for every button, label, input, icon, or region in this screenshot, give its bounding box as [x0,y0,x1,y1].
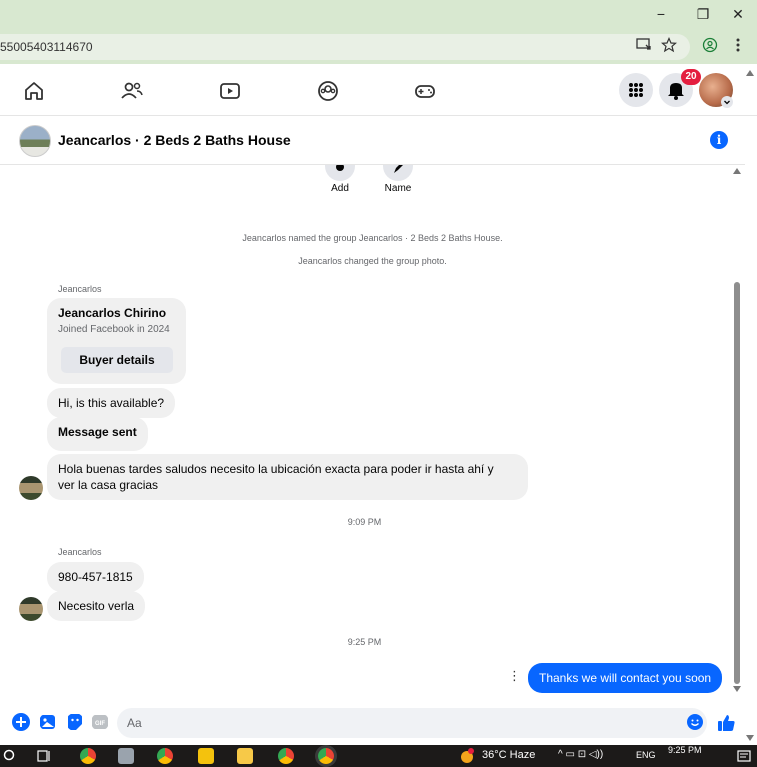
menu-grid-button[interactable] [619,73,653,107]
facebook-navbar: 20 [0,64,757,116]
browser-toolbar: 55005403114670 [0,30,757,64]
composer: GIF Aa [0,705,745,741]
gaming-icon[interactable] [411,77,439,105]
groups-icon[interactable] [314,77,342,105]
message-bubble[interactable]: Hola buenas tardes saludos necesito la u… [47,454,528,500]
home-icon[interactable] [20,77,48,105]
plus-icon[interactable] [12,713,30,731]
message-bubble[interactable]: 980-457-1815 [47,562,144,592]
app-icon[interactable] [198,748,214,764]
message-line: Hola buenas tardes saludos necesito la u… [58,462,494,476]
add-label: Add [331,183,349,194]
notification-center-icon[interactable] [737,749,751,763]
name-label: Name [384,183,412,194]
minimize-button[interactable]: − [647,4,675,24]
message-bubble[interactable]: Necesito verla [47,591,146,621]
install-app-icon[interactable] [636,37,652,53]
page-scroll-down-icon[interactable] [746,735,754,741]
scroll-down-icon[interactable] [733,686,741,692]
emoji-icon[interactable] [686,713,704,731]
watch-video-icon[interactable] [216,77,244,105]
app-icon[interactable] [118,748,134,764]
language-indicator[interactable]: ENG [636,750,656,760]
message-line: ver la casa gracias [58,478,159,492]
scrollbar-thumb[interactable] [734,282,740,684]
address-bar[interactable]: 55005403114670 [0,34,690,60]
message-bubble[interactable]: Hi, is this available? [47,388,176,418]
timestamp: 9:09 PM [347,517,382,527]
chat-header: Jeancarlos · 2 Beds 2 Baths House i [0,117,745,165]
url-text: 55005403114670 [0,40,93,54]
info-icon[interactable]: i [710,131,728,149]
sender-avatar[interactable] [19,597,43,621]
profile-name[interactable]: Jeancarlos Chirino [58,305,175,321]
notifications-badge: 20 [681,69,701,85]
weather-text[interactable]: 36°C Haze [482,749,535,761]
profile-card: Jeancarlos Chirino Joined Facebook in 20… [47,298,186,384]
file-explorer-icon[interactable] [237,748,253,764]
sent-message-bubble[interactable]: Thanks we will contact you soon [528,663,723,693]
chevron-down-icon[interactable] [721,96,733,108]
browser-menu-icon[interactable] [733,37,743,53]
bookmark-star-icon[interactable] [661,37,677,53]
close-window-button[interactable]: ✕ [724,4,752,24]
timestamp: 9:25 PM [347,637,382,647]
friends-icon[interactable] [118,77,146,105]
restore-button[interactable]: ❐ [689,4,717,24]
sender-avatar[interactable] [19,476,43,500]
system-message: Jeancarlos changed the group photo. [298,256,447,266]
photo-icon[interactable] [39,713,57,731]
task-view-icon[interactable] [37,749,51,763]
sticker-icon[interactable] [66,713,84,731]
message-list: Add Name Jeancarlos named the group Jean… [0,165,745,695]
browser-titlebar: − ❐ ✕ [0,0,757,30]
add-people-button[interactable] [325,165,355,181]
profile-icon[interactable] [702,37,718,53]
message-bubble[interactable]: Message sent [47,417,148,451]
search-icon[interactable] [3,749,17,763]
message-more-icon[interactable]: ⋮ [508,668,521,684]
pencil-icon [394,165,403,173]
chrome-app-icon[interactable] [80,748,96,764]
sender-name: Jeancarlos [58,284,102,294]
gif-icon[interactable]: GIF [91,713,109,731]
system-tray-icons[interactable]: ^ ▭ ⊡ ◁)) [558,749,603,760]
clock[interactable]: 9:25 PM [668,745,702,755]
chrome-active-app-icon[interactable] [318,748,334,764]
chat-title[interactable]: Jeancarlos · 2 Beds 2 Baths House [58,132,291,148]
message-input[interactable]: Aa [117,708,707,738]
weather-icon[interactable] [458,748,476,764]
chrome-app-icon[interactable] [278,748,294,764]
grid-icon [629,83,643,97]
profile-subtitle: Joined Facebook in 2024 [58,324,170,335]
sender-name: Jeancarlos [58,547,102,557]
chrome-app-icon[interactable] [157,748,173,764]
name-group-button[interactable] [383,165,413,181]
group-avatar[interactable] [19,125,51,157]
like-thumb-icon[interactable] [716,713,736,733]
scroll-up-icon[interactable] [733,168,741,174]
add-person-icon [336,165,344,171]
system-message: Jeancarlos named the group Jeancarlos · … [242,233,503,243]
svg-text:GIF: GIF [95,721,105,727]
page-scroll-up-icon[interactable] [746,70,754,76]
buyer-details-button[interactable]: Buyer details [61,347,173,373]
os-taskbar: 36°C Haze ^ ▭ ⊡ ◁)) ENG 9:25 PM [0,745,757,767]
